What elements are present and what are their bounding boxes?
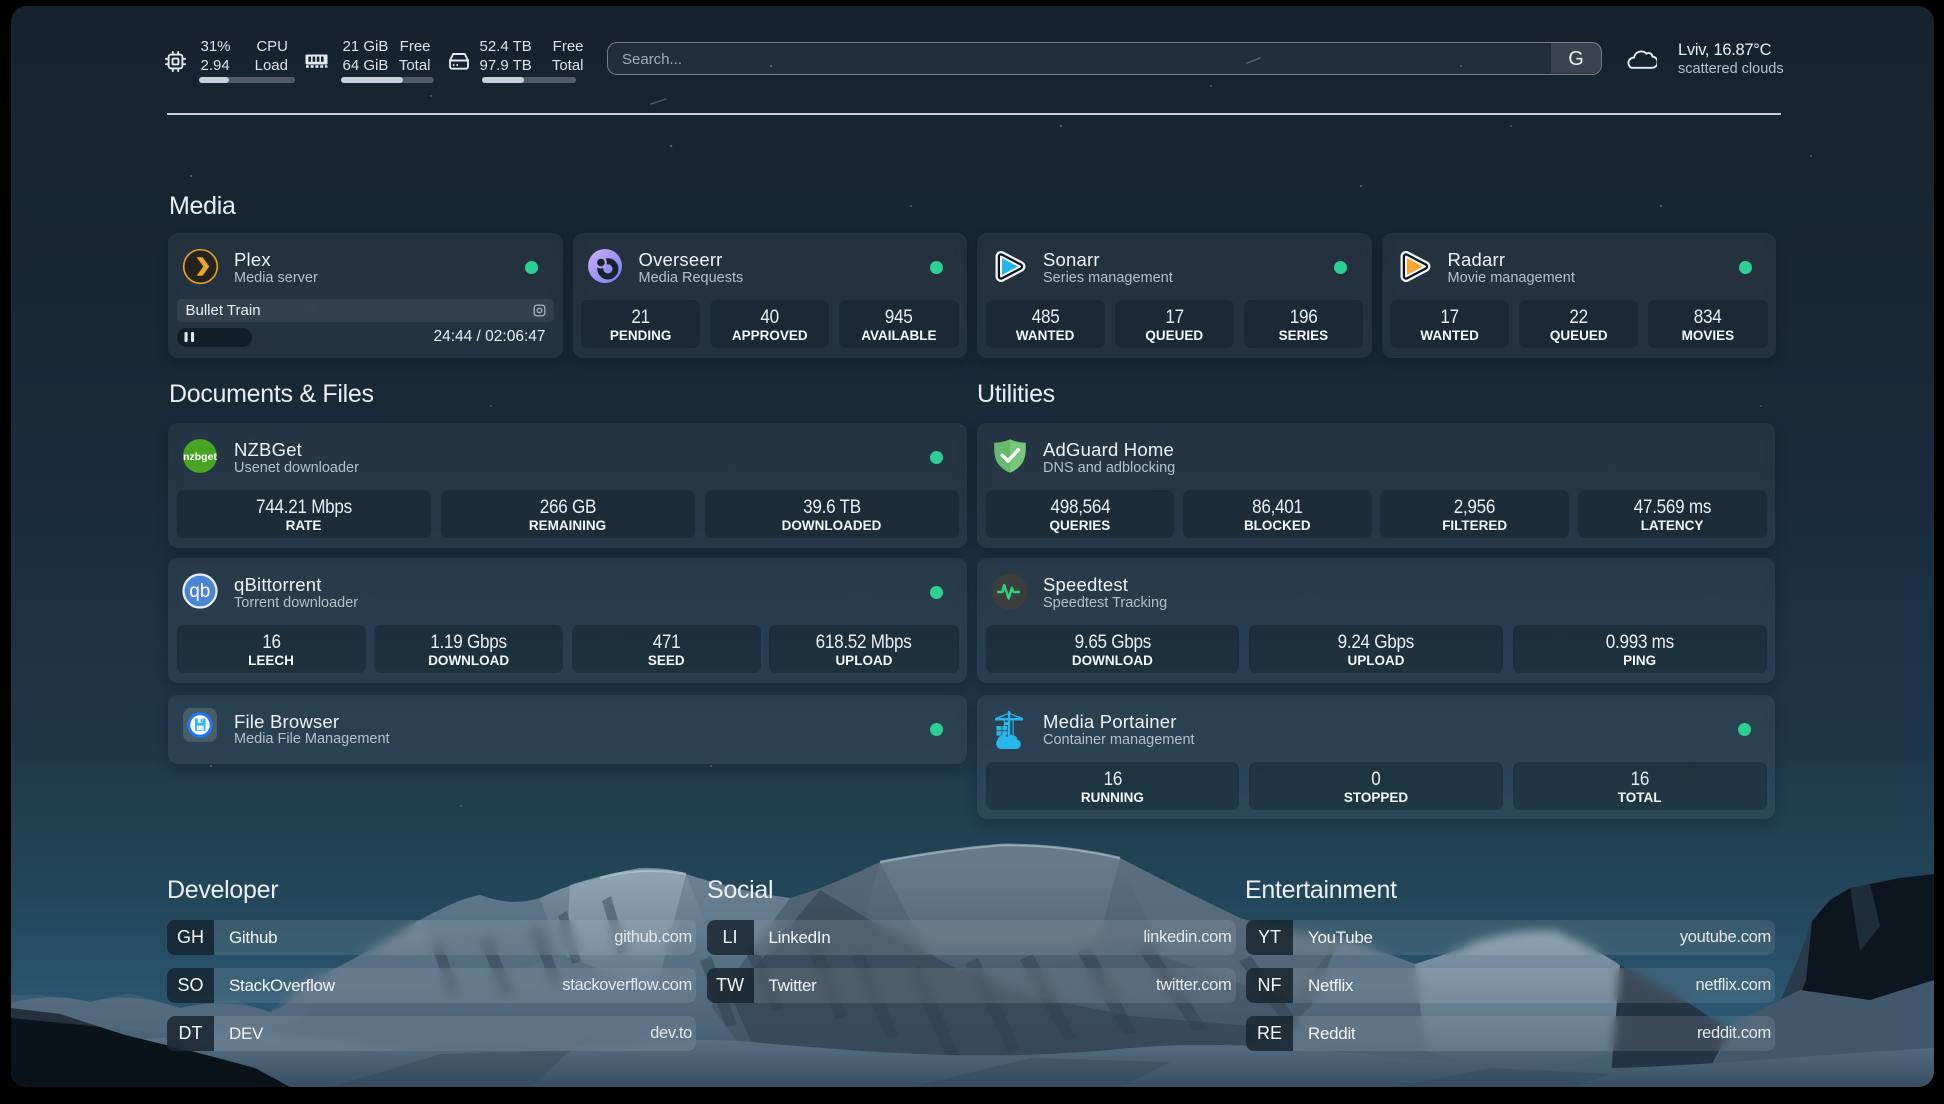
svg-text:qb: qb xyxy=(189,581,210,602)
svg-text:nzbget: nzbget xyxy=(183,451,217,463)
